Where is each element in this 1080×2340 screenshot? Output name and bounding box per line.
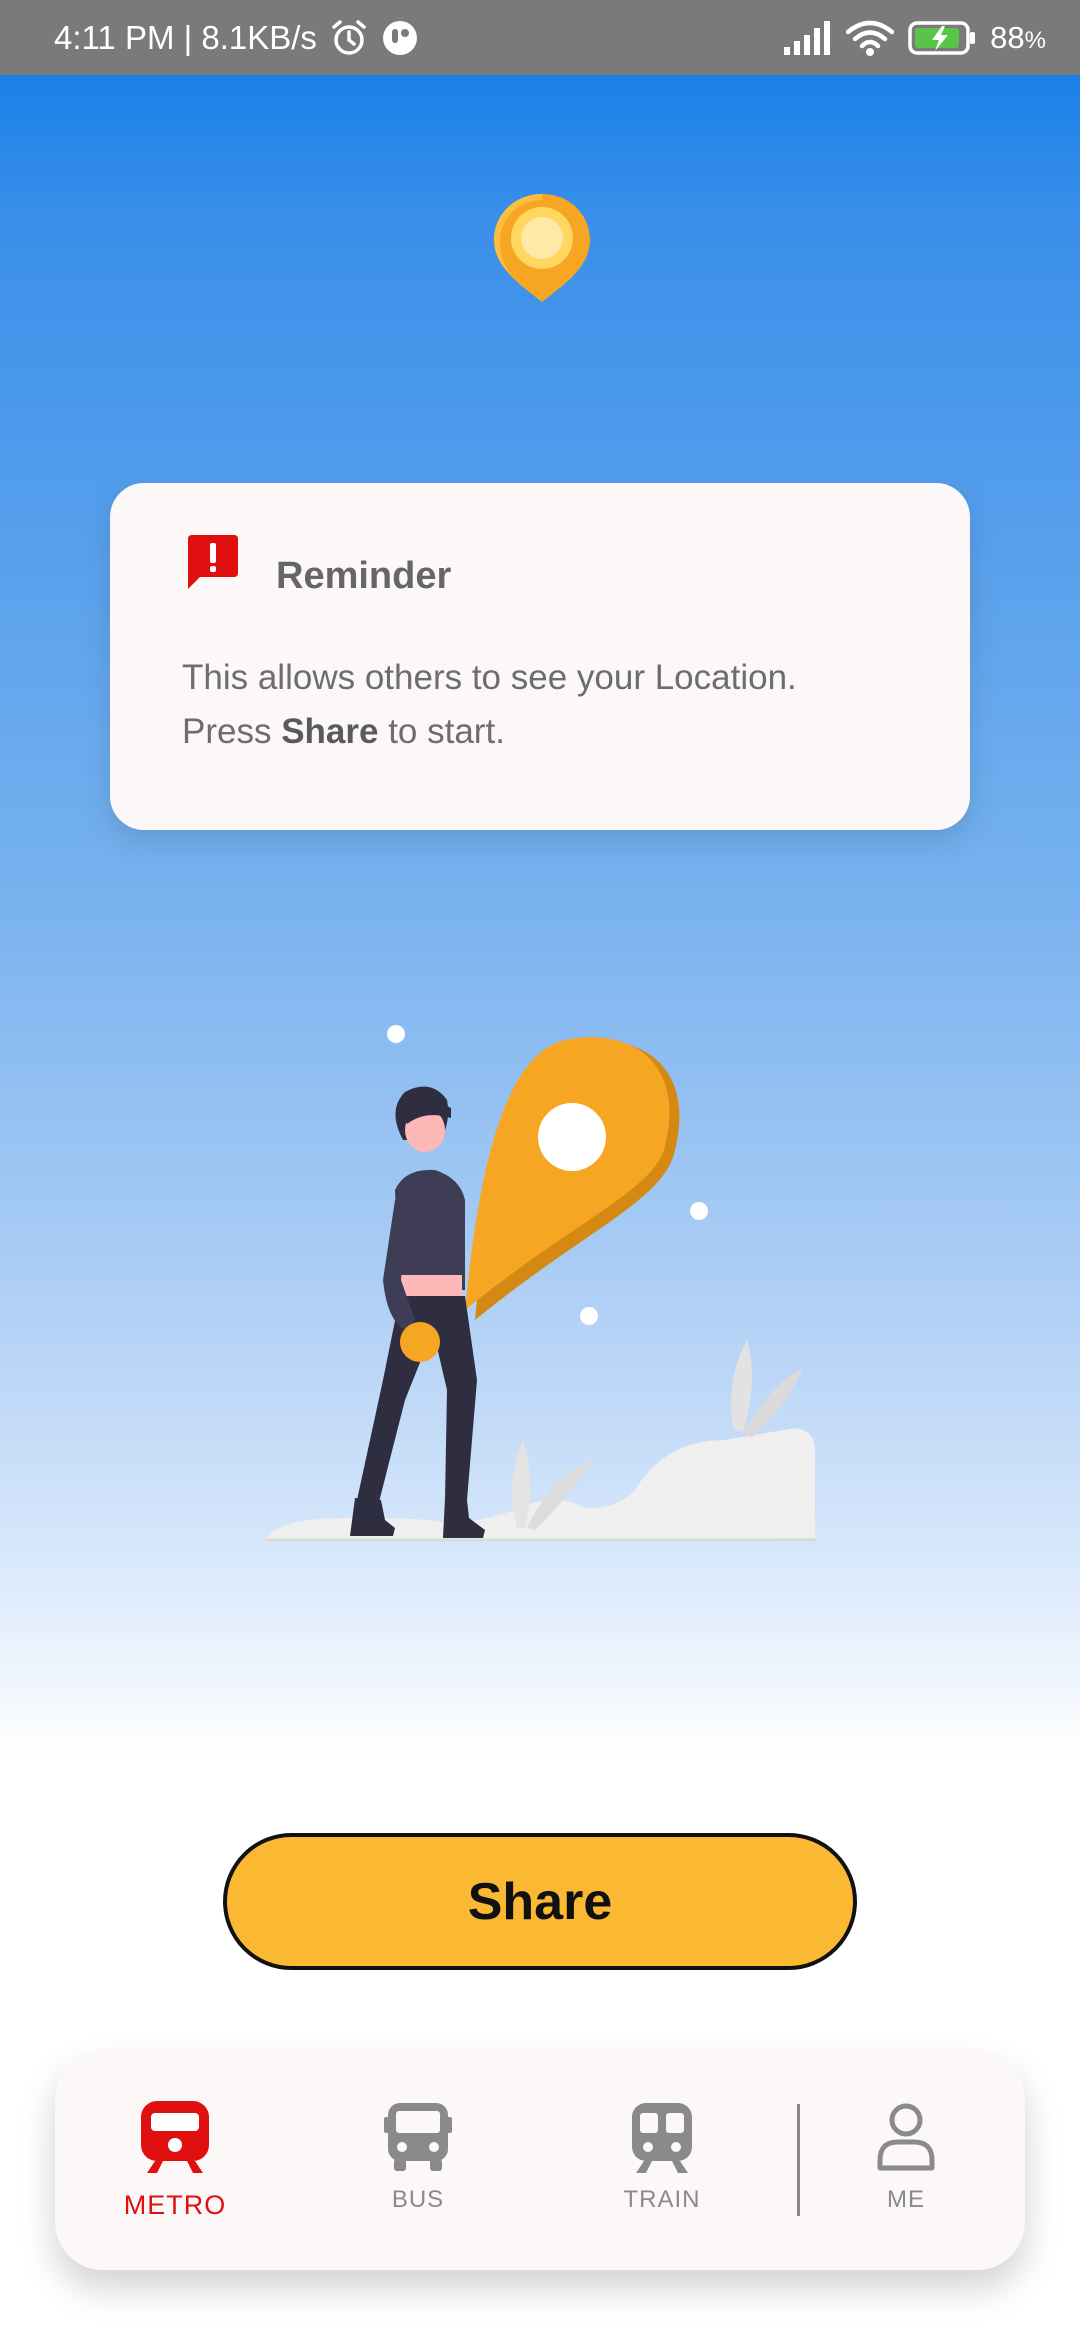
battery-unit: % <box>1024 26 1046 54</box>
nav-item-bus[interactable]: BUS <box>318 2052 518 2270</box>
status-right: 88% <box>782 0 1046 75</box>
nav-label-train: TRAIN <box>623 2186 701 2213</box>
battery-level: 88% <box>990 20 1046 56</box>
reminder-line-2: Press Share to start. <box>182 705 922 759</box>
wifi-icon <box>846 20 895 56</box>
nav-label-bus: BUS <box>391 2186 445 2213</box>
location-pin-icon <box>490 190 594 306</box>
woman-holding-pin-illustration <box>255 1000 835 1560</box>
app-notification-icon <box>381 19 419 57</box>
metro-icon <box>138 2100 212 2174</box>
signal-icon <box>782 20 832 55</box>
person-icon <box>869 2100 943 2174</box>
nav-item-train[interactable]: TRAIN <box>562 2052 762 2270</box>
reminder-card: Reminder This allows others to see your … <box>110 483 970 830</box>
battery-charging-icon <box>908 20 976 56</box>
alert-message-icon <box>184 533 242 591</box>
nav-label-me: ME <box>887 2186 925 2213</box>
nav-item-me[interactable]: ME <box>806 2052 1006 2270</box>
nav-divider <box>797 2104 800 2216</box>
nav-item-metro[interactable]: METRO <box>75 2052 275 2270</box>
status-bar: 4:11 PM | 8.1KB/s 88% <box>0 0 1080 75</box>
alarm-icon <box>329 18 369 58</box>
bottom-navigation: METRO BUS TRAIN ME <box>55 2052 1025 2270</box>
train-icon <box>625 2100 699 2174</box>
share-button[interactable]: Share <box>223 1833 857 1970</box>
battery-percent: 88 <box>990 19 1025 55</box>
reminder-line-1: This allows others to see your Location. <box>182 658 797 697</box>
reminder-share-keyword: Share <box>281 712 379 751</box>
nav-label-metro: METRO <box>123 2190 227 2220</box>
status-left: 4:11 PM | 8.1KB/s <box>54 0 419 75</box>
reminder-message: This allows others to see your Location.… <box>182 651 922 759</box>
bus-icon <box>381 2100 455 2174</box>
status-time: 4:11 PM | 8.1KB/s <box>54 18 317 56</box>
reminder-line-2-suffix: to start. <box>378 712 505 751</box>
reminder-title: Reminder <box>276 555 452 597</box>
reminder-line-2-prefix: Press <box>182 712 282 751</box>
